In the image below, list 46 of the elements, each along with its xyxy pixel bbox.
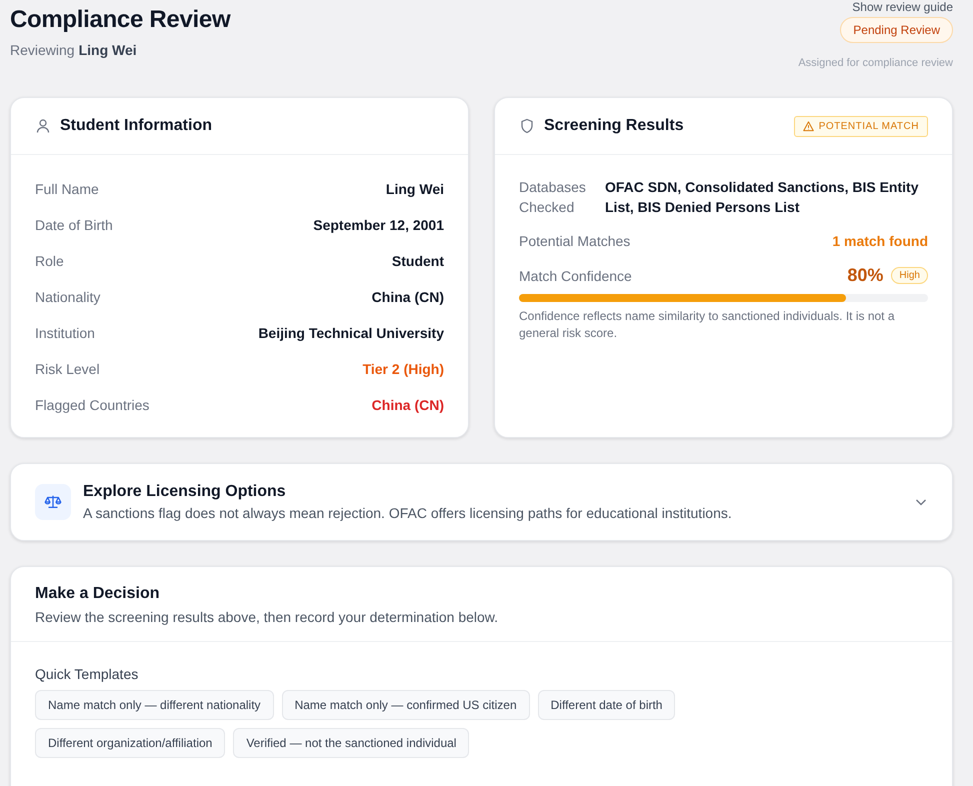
field-label: Risk Level [35, 361, 100, 377]
licensing-title: Explore Licensing Options [83, 483, 287, 501]
licensing-text: A sanctions flag does not always mean rejection. OFAC offers licensing paths for educational institutions. [83, 505, 733, 521]
status-note: Assigned for compliance review [798, 57, 953, 69]
template-chip[interactable]: Different organization/affiliation [35, 728, 226, 758]
potential-match-badge: POTENTIAL MATCH [794, 116, 928, 136]
confidence-value: 80% [847, 265, 884, 286]
confidence-label: Match Confidence [519, 268, 632, 284]
review-guide-link[interactable]: Show review guide [852, 0, 953, 14]
databases-label: Databases Checked [519, 178, 587, 217]
subject-name: Ling Wei [78, 42, 137, 58]
field-value: Ling Wei [386, 181, 444, 197]
field-value: China (CN) [372, 397, 444, 413]
template-chip[interactable]: Name match only — confirmed US citizen [282, 690, 530, 720]
field-label: Nationality [35, 289, 100, 305]
scale-icon [35, 484, 71, 520]
field-value: China (CN) [372, 289, 444, 305]
field-label: Institution [35, 325, 95, 341]
confidence-tag: High [891, 267, 928, 284]
databases-value: OFAC SDN, Consolidated Sanctions, BIS Entity List, BIS Denied Persons List [605, 178, 920, 217]
decision-title: Make a Decision [35, 585, 160, 603]
field-value: September 12, 2001 [313, 217, 444, 233]
page-title: Compliance Review [10, 6, 230, 34]
warning-icon [802, 120, 814, 132]
card-title: Screening Results [544, 117, 685, 135]
card-title: Student Information [60, 117, 213, 135]
field-label: Role [35, 253, 64, 269]
decision-subtitle: Review the screening results above, then record your determination below. [35, 609, 500, 625]
template-chip[interactable]: Name match only — different nationality [35, 690, 274, 720]
field-label: Full Name [35, 181, 99, 197]
reviewing-label: Reviewing [10, 42, 75, 58]
templates-label: Quick Templates [35, 666, 140, 682]
template-chip[interactable]: Different date of birth [538, 690, 676, 720]
field-label: Flagged Countries [35, 397, 150, 413]
confidence-note: Confidence reflects name similarity to sanctioned individuals. It is not a general risk score. [519, 308, 896, 342]
field-value: Beijing Technical University [258, 325, 444, 341]
licensing-panel[interactable]: Explore Licensing Options A sanctions flag does not always mean rejection. OFAC offers licensing paths for educational institutions. [10, 463, 953, 541]
template-chip[interactable]: Verified — not the sanctioned individual [233, 728, 470, 758]
field-label: Date of Birth [35, 217, 113, 233]
matches-value: 1 match found [832, 233, 928, 249]
matches-label: Potential Matches [519, 233, 630, 249]
person-icon [35, 118, 51, 134]
shield-icon [519, 118, 535, 134]
status-badge: Pending Review [840, 17, 953, 43]
field-value: Tier 2 (High) [362, 361, 444, 377]
field-value: Student [392, 253, 444, 269]
